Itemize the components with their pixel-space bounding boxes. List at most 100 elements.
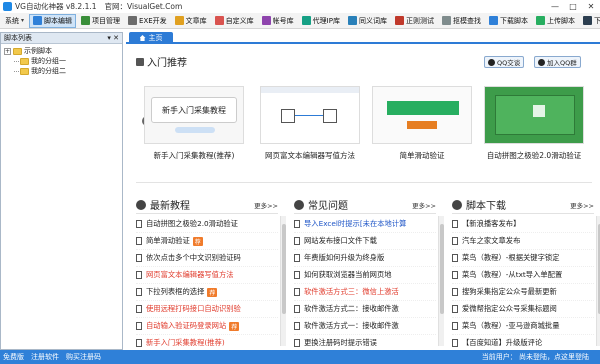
- tree-item[interactable]: 我的分组二: [4, 66, 122, 76]
- tab-home-label: 主页: [148, 34, 163, 42]
- list-item-text: 自动输入验证码登录网站: [146, 321, 227, 330]
- column-scrollbar[interactable]: [438, 216, 444, 346]
- list-item[interactable]: 使用远程打码接口自动识别验: [136, 301, 278, 318]
- list-item[interactable]: 搜狗采集指定公众号最新更新: [452, 284, 594, 301]
- expand-icon[interactable]: +: [4, 47, 11, 55]
- tree-item[interactable]: 我的分组一: [4, 56, 122, 66]
- toolbar-item[interactable]: 上传脚本: [533, 14, 578, 28]
- list-item-text: 网页富文本编辑器写值方法: [146, 270, 234, 279]
- list-item[interactable]: 网页富文本编辑器写值方法: [136, 267, 278, 284]
- list-item-text: 自动拼图之极验2.0滑动验证: [146, 219, 238, 228]
- column-scrollbar[interactable]: [596, 216, 600, 346]
- list-item[interactable]: 自动输入验证码登录网站荐: [136, 318, 278, 335]
- list-item[interactable]: 导入Excel时提示[未在本地计算: [294, 216, 436, 233]
- list-item[interactable]: 依次点击多个中文识别验证码: [136, 250, 278, 267]
- toolbar-item[interactable]: 下载管理: [580, 14, 600, 28]
- toolbar-item[interactable]: 同义词库: [345, 14, 390, 28]
- article-list: 【新浪播客发布】 汽车之家文章发布 菜鸟（教程）-根据关键字锁定 菜鸟（教程）-从tx…: [452, 216, 594, 350]
- scrollbar-thumb[interactable]: [440, 224, 444, 314]
- more-link[interactable]: 更多>>: [254, 200, 278, 210]
- buy-code-link[interactable]: 购买注册码: [66, 352, 101, 362]
- list-item[interactable]: 软件激活方式一：接收邮件激: [294, 318, 436, 335]
- carousel-slide[interactable]: 网页富文本编辑器写值方法: [260, 86, 360, 161]
- list-item-text: 更换注册码时提示错误: [304, 338, 377, 347]
- document-icon: [136, 271, 142, 279]
- list-item[interactable]: 软件激活方式二：接收邮件激: [294, 301, 436, 318]
- list-item[interactable]: 如何获取浏览器当前网页地: [294, 267, 436, 284]
- home-icon: [139, 35, 146, 41]
- recommend-badge: 荐: [192, 236, 203, 246]
- column-scrollbar[interactable]: [280, 216, 286, 346]
- toolbar-item-icon: [301, 16, 311, 25]
- list-item[interactable]: 菜鸟（教程）-亚马逊商城批量: [452, 318, 594, 335]
- toolbar-item[interactable]: 帐号库: [259, 14, 297, 28]
- document-icon: [294, 237, 300, 245]
- toolbar-item[interactable]: EXE开发: [125, 14, 170, 28]
- thumb-box: [323, 109, 337, 123]
- document-icon: [136, 220, 142, 228]
- qq-chat-label: QQ交谈: [497, 59, 521, 67]
- list-item[interactable]: 【新浪播客发布】: [452, 216, 594, 233]
- toolbar-item-label: 项目管理: [92, 16, 121, 25]
- close-button[interactable]: ✕: [582, 0, 600, 13]
- scrollbar-thumb[interactable]: [282, 224, 286, 314]
- list-item-text: 软件激活方式二：接收邮件激: [304, 304, 399, 313]
- list-item[interactable]: 爱微帮指定公众号采集标题阅: [452, 301, 594, 318]
- toolbar-item[interactable]: 下载脚本: [486, 14, 531, 28]
- carousel-slide[interactable]: 自动拼图之极验2.0滑动验证: [484, 86, 584, 161]
- panel-pin-icon[interactable]: ▾ ✕: [107, 34, 119, 42]
- list-item[interactable]: 自动拼图之极验2.0滑动验证: [136, 216, 278, 233]
- more-link[interactable]: 更多>>: [570, 200, 594, 210]
- toolbar-item[interactable]: 脚本编辑: [29, 13, 77, 28]
- list-item[interactable]: 下拉列表框的选择荐: [136, 284, 278, 301]
- list-item-text: 网站发布接口文件下载: [304, 236, 377, 245]
- toolbar-item[interactable]: 自定义库: [212, 14, 257, 28]
- info-column: 最新教程 更多>> 自动拼图之极验2.0滑动验证简单滑动验证荐依次点击多个中文识别验…: [136, 196, 286, 350]
- register-link[interactable]: 注册软件: [31, 352, 59, 362]
- list-item[interactable]: 新手入门采集教程(推荐): [136, 335, 278, 350]
- list-item[interactable]: 菜鸟（教程）-从txt导入单配置: [452, 267, 594, 284]
- list-item[interactable]: 网站发布接口文件下载: [294, 233, 436, 250]
- list-item[interactable]: 软件激活方式三：微信上激活: [294, 284, 436, 301]
- panel-header: 脚本列表 ▾ ✕: [1, 33, 122, 44]
- toolbar-item-label: 文章库: [185, 16, 207, 25]
- toolbar-item[interactable]: 正则测试: [392, 14, 437, 28]
- toolbar-item-icon: [441, 16, 451, 25]
- more-link[interactable]: 更多>>: [412, 200, 436, 210]
- toolbar-item[interactable]: 代理IP库: [299, 14, 343, 28]
- maximize-button[interactable]: □: [564, 0, 582, 13]
- list-item[interactable]: 菜鸟（教程）-根据关键字锁定: [452, 250, 594, 267]
- current-user[interactable]: 当前用户： 尚未登陆，点这里登陆: [482, 352, 589, 362]
- toolbar-item[interactable]: 项目管理: [78, 14, 123, 28]
- toolbar-item[interactable]: 文章库: [172, 14, 210, 28]
- column-header: 脚本下载 更多>>: [452, 196, 594, 214]
- list-item[interactable]: 汽车之家文章发布: [452, 233, 594, 250]
- column-title: 脚本下载: [466, 201, 506, 212]
- title-bar: VG自动化神器 v8.2.1.1 官网：VisualGet.Com — □ ✕: [0, 0, 600, 13]
- list-item-text: 如何获取浏览器当前网页地: [304, 270, 392, 279]
- list-item[interactable]: 更换注册码时提示错误: [294, 335, 436, 350]
- carousel-slide[interactable]: 简单滑动验证: [372, 86, 472, 161]
- toolbar-item[interactable]: 系统 ▾: [2, 14, 27, 28]
- tree-item[interactable]: + 示例脚本: [4, 46, 122, 56]
- thumb-toolbar: [261, 87, 359, 93]
- qq-group-button[interactable]: 加入QQ群: [534, 56, 581, 68]
- carousel-slide[interactable]: 新手入门采集教程 新手入门采集教程(推荐): [144, 86, 244, 161]
- slide-banner: 新手入门采集教程: [151, 97, 237, 123]
- list-item[interactable]: 简单滑动验证荐: [136, 233, 278, 250]
- intro-title: 入门推荐: [147, 58, 187, 69]
- window-title: VG自动化神器 v8.2.1.1: [15, 2, 97, 11]
- toolbar-item-icon: [582, 16, 592, 25]
- toolbar-item[interactable]: 抠模查找: [439, 14, 484, 28]
- document-icon: [294, 322, 300, 330]
- tab-home[interactable]: 主页: [129, 32, 173, 44]
- minimize-button[interactable]: —: [546, 0, 564, 13]
- list-item[interactable]: 【百度知道】升级版评论: [452, 335, 594, 350]
- qq-chat-button[interactable]: QQ交谈: [484, 56, 525, 68]
- document-icon: [136, 237, 142, 245]
- column-title: 最新教程: [150, 201, 190, 212]
- puzzle-piece: [533, 105, 545, 117]
- column-title-wrap: 常见问题: [294, 197, 348, 212]
- list-item[interactable]: 年费版如何升级为终身版: [294, 250, 436, 267]
- qq-group-icon: [538, 58, 545, 66]
